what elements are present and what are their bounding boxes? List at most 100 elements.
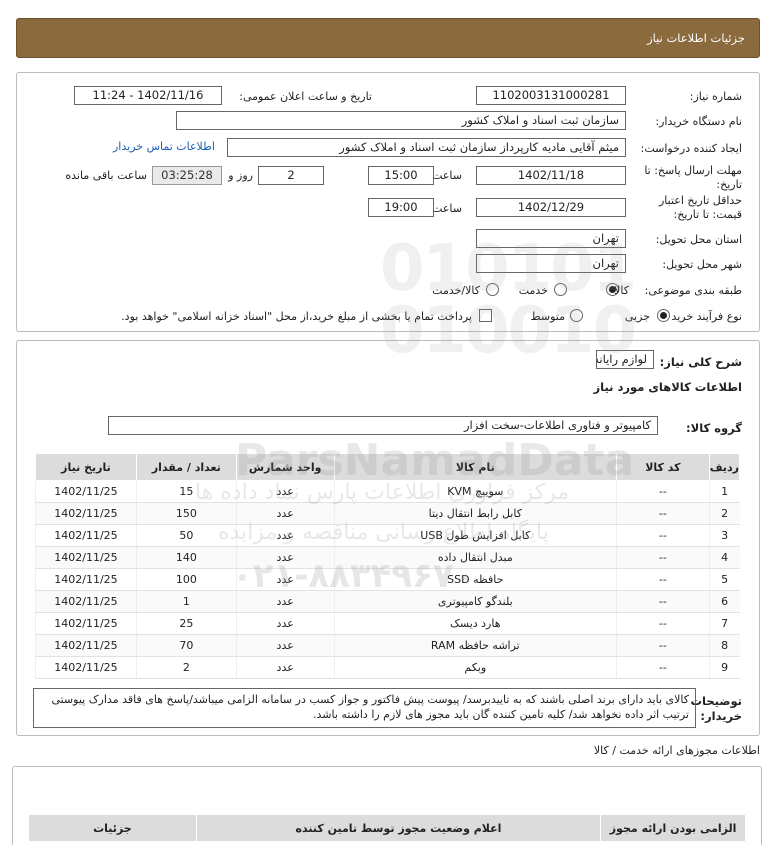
validity-time-label: ساعت: [432, 202, 462, 215]
table-row: 2 -- کابل رابط انتقال دیتا عدد 150 1402/…: [35, 502, 740, 525]
buyer-org-label: نام دستگاه خریدار:: [655, 115, 742, 128]
validity-time-field: 19:00: [368, 198, 434, 217]
process-medium-label: متوسط: [530, 310, 565, 323]
col-unit: واحد شمارش: [235, 453, 335, 481]
treasury-payment-note: پرداخت تمام یا بخشی از مبلغ خرید،از محل …: [121, 310, 472, 323]
table-row: 7 -- هارد دیسک عدد 25 1402/11/25: [35, 612, 740, 635]
col-license-required: الزامی بودن ارائه مجوز: [600, 814, 746, 842]
process-medium-radio[interactable]: [570, 309, 583, 322]
page-title: جزئیات اطلاعات نیاز: [647, 31, 745, 45]
cell-item-name: حافظه SSD: [333, 568, 617, 591]
cell-unit: عدد: [235, 502, 335, 525]
cell-unit: عدد: [235, 634, 335, 657]
col-quantity: تعداد / مقدار: [135, 453, 237, 481]
process-minor-label: جزیی: [624, 310, 650, 323]
cell-item-code: --: [615, 502, 710, 525]
city-label: شهر محل تحویل:: [662, 258, 742, 271]
cell-need-date: 1402/11/25: [35, 634, 137, 657]
col-item-code: کد کالا: [615, 453, 710, 481]
summary-field: لوازم رایانه: [596, 350, 654, 369]
cell-item-code: --: [615, 524, 710, 547]
days-field: 2: [258, 166, 324, 185]
cell-need-date: 1402/11/25: [35, 568, 137, 591]
goods-heading: اطلاعات کالاهای مورد نیاز: [593, 380, 742, 394]
cell-row-number: 7: [708, 612, 740, 635]
col-license-details: جزئیات: [28, 814, 197, 842]
cell-unit: عدد: [235, 546, 335, 569]
validity-date-field: 1402/12/29: [476, 198, 626, 217]
cell-unit: عدد: [235, 480, 335, 503]
deadline-date-field: 1402/11/18: [476, 166, 626, 185]
need-number-field: 1102003131000281: [476, 86, 626, 105]
col-item-name: نام کالا: [333, 453, 617, 481]
category-goods-service-radio[interactable]: [486, 283, 499, 296]
licenses-table: الزامی بودن ارائه مجوز اعلام وضعیت مجوز …: [28, 814, 746, 842]
deadline-time-label: ساعت: [432, 169, 462, 182]
cell-quantity: 15: [135, 480, 237, 503]
cell-item-code: --: [615, 634, 710, 657]
cell-quantity: 50: [135, 524, 237, 547]
announce-label: تاریخ و ساعت اعلان عمومی:: [239, 90, 372, 103]
creator-field: میثم آقایی مادیه کارپرداز سازمان ثبت اسن…: [227, 138, 626, 157]
table-row: 3 -- کابل افزایش طول USB عدد 50 1402/11/…: [35, 524, 740, 547]
cell-item-name: کابل افزایش طول USB: [333, 524, 617, 547]
validity-label: حداقل تاریخ اعتبار قیمت: تا تاریخ:: [658, 194, 742, 221]
deadline-label: مهلت ارسال پاسخ: تا تاریخ:: [644, 164, 742, 191]
days-label: روز و: [228, 169, 253, 182]
cell-item-code: --: [615, 656, 710, 679]
category-service-radio[interactable]: [554, 283, 567, 296]
creator-label: ایجاد کننده درخواست:: [640, 142, 742, 155]
cell-unit: عدد: [235, 590, 335, 613]
cell-item-name: هارد دیسک: [333, 612, 617, 635]
table-row: 8 -- تراشه حافظه RAM عدد 70 1402/11/25: [35, 634, 740, 657]
remaining-label: ساعت باقی مانده: [65, 169, 147, 182]
cell-quantity: 100: [135, 568, 237, 591]
category-label: طبقه بندی موضوعی:: [644, 284, 742, 297]
buyer-contact-link[interactable]: اطلاعات تماس خریدار: [113, 140, 215, 153]
cell-item-code: --: [615, 480, 710, 503]
cell-quantity: 70: [135, 634, 237, 657]
process-minor-radio[interactable]: [657, 309, 670, 322]
buyer-notes-field: کالای باید دارای برند اصلی باشند که به ت…: [33, 688, 696, 728]
cell-item-code: --: [615, 568, 710, 591]
announce-field: 1402/11/16 - 11:24: [74, 86, 222, 105]
cell-quantity: 150: [135, 502, 237, 525]
cell-need-date: 1402/11/25: [35, 524, 137, 547]
cell-row-number: 4: [708, 546, 740, 569]
cell-need-date: 1402/11/25: [35, 502, 137, 525]
city-field: تهران: [476, 254, 626, 273]
province-field: تهران: [476, 229, 626, 248]
cell-quantity: 140: [135, 546, 237, 569]
goods-table: ردیف کد کالا نام کالا واحد شمارش تعداد /…: [35, 453, 741, 679]
goods-group-field: کامپیوتر و فناوری اطلاعات-سخت افزار: [108, 416, 658, 435]
col-need-date: تاریخ نیاز: [35, 453, 137, 481]
table-row: 9 -- وبکم عدد 2 1402/11/25: [35, 656, 740, 679]
col-row-number: ردیف: [708, 453, 741, 481]
cell-item-code: --: [615, 590, 710, 613]
cell-row-number: 5: [708, 568, 740, 591]
province-label: استان محل تحویل:: [655, 233, 742, 246]
table-row: 6 -- بلندگو کامپیوتری عدد 1 1402/11/25: [35, 590, 740, 613]
cell-quantity: 1: [135, 590, 237, 613]
treasury-payment-checkbox[interactable]: [479, 309, 492, 322]
table-row: 4 -- مبدل انتقال داده عدد 140 1402/11/25: [35, 546, 740, 569]
deadline-time-field: 15:00: [368, 166, 434, 185]
cell-need-date: 1402/11/25: [35, 612, 137, 635]
page-header: جزئیات اطلاعات نیاز: [16, 18, 760, 58]
table-row: 1 -- سوییچ KVM عدد 15 1402/11/25: [35, 480, 740, 503]
cell-row-number: 1: [708, 480, 740, 503]
cell-item-name: کابل رابط انتقال دیتا: [333, 502, 617, 525]
need-number-label: شماره نیاز:: [689, 90, 742, 103]
cell-item-name: سوییچ KVM: [333, 480, 617, 503]
cell-row-number: 8: [708, 634, 740, 657]
col-license-status: اعلام وضعیت مجوز توسط تامین کننده: [195, 814, 602, 842]
category-service-label: خدمت: [518, 284, 548, 297]
cell-need-date: 1402/11/25: [35, 656, 137, 679]
licenses-heading: اطلاعات مجوزهای ارائه خدمت / کالا: [593, 744, 760, 757]
goods-group-label: گروه کالا:: [686, 421, 742, 435]
cell-item-code: --: [615, 546, 710, 569]
table-row: 5 -- حافظه SSD عدد 100 1402/11/25: [35, 568, 740, 591]
cell-item-name: مبدل انتقال داده: [333, 546, 617, 569]
cell-need-date: 1402/11/25: [35, 590, 137, 613]
cell-item-name: وبکم: [333, 656, 617, 679]
